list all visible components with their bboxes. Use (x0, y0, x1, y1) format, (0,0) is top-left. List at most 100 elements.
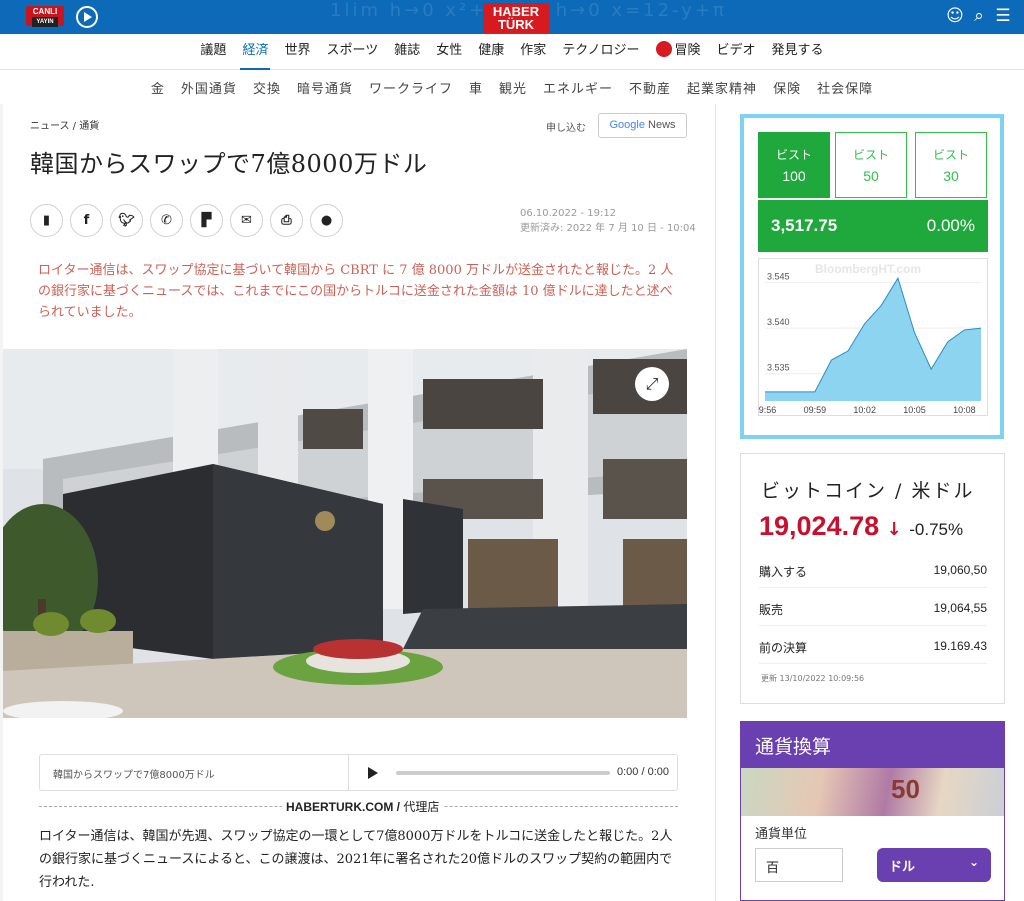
subnav-item-energy[interactable]: エネルギー (543, 78, 613, 97)
google-news-button[interactable]: Google News (598, 113, 687, 138)
publish-date: 06.10.2022 - 19:12 (520, 208, 617, 219)
row-label: 購入する (759, 565, 808, 579)
nav-item-sports[interactable]: スポーツ (324, 34, 380, 70)
user-icon[interactable]: ☺ (946, 6, 964, 26)
audio-progress-bar[interactable] (396, 771, 610, 775)
banknote-label: 50 (891, 774, 920, 804)
converter-title: 通貨換算 (741, 722, 1004, 768)
bist-chart: BloombergHT.com 3.545 3.540 3.535 09:56 09:5… (754, 258, 988, 416)
tab-label: ビスト (775, 148, 812, 162)
live-broadcast-button[interactable]: CANLI YAYIN (26, 6, 64, 27)
agency-line: HABERTURK.COM / 代理店 (39, 798, 678, 815)
chart-xtick-label: 09:56 (759, 405, 776, 415)
subnav-item-insurance[interactable]: 保険 (773, 78, 801, 97)
bookmark-icon[interactable]: ▮ (30, 204, 63, 237)
haberturk-logo[interactable]: HABER TÜRK (483, 3, 549, 33)
menu-icon[interactable]: ☰ (994, 6, 1012, 26)
chart-area (765, 278, 981, 401)
agency-label[interactable]: HABERTURK.COM / 代理店 (282, 798, 444, 815)
down-arrow-icon: ↓ (886, 519, 902, 540)
header-background-math: 1lim h→0 x²+5 lim h→0 x=12-y+π (330, 0, 727, 21)
row-value: 19.169.43 (933, 639, 987, 653)
subnav-item-gold[interactable]: 金 (151, 78, 165, 97)
agency-separator: / (393, 800, 404, 814)
bitcoin-price-line: 19,024.78 ↓ -0.75% (759, 511, 963, 542)
nav-item-health[interactable]: 健康 (476, 34, 506, 70)
breadcrumb[interactable]: ニュース / 通貨 (30, 117, 99, 132)
article-photo[interactable]: ⤢ (3, 349, 687, 718)
bist-value-bar: 3,517.75 0.00% (758, 200, 988, 252)
subnav-item-real-estate[interactable]: 不動産 (629, 78, 671, 97)
live-label: CANLI (32, 7, 58, 16)
google-news-news: News (644, 119, 676, 131)
bitcoin-updated: 更新 13/10/2022 10:09:56 (761, 674, 865, 683)
currency-converter: 通貨換算 50 通貨単位 百 ドル ⌄ (740, 721, 1005, 901)
column-divider (715, 104, 716, 901)
chart-ytick-label: 3.540 (767, 317, 790, 327)
tab-bist-100[interactable]: ビスト 100 (758, 132, 830, 198)
expand-icon[interactable]: ⤢ (635, 367, 669, 401)
row-label: 前の決算 (759, 641, 808, 655)
nav-item-discover[interactable]: 発見する (770, 34, 826, 70)
chart-watermark: BloombergHT.com (815, 262, 922, 276)
nav-item-adventure-label: 冒険 (674, 42, 701, 58)
subnav-item-foreign-currency[interactable]: 外国通貨 (181, 78, 237, 97)
row-value: 19,060,50 (933, 563, 987, 577)
amount-input[interactable]: 百 (755, 848, 843, 882)
sub-nav: 金 外国通貨 交換 暗号通貨 ワークライフ 車 観光 エネルギー 不動産 起業家… (0, 70, 1024, 104)
bist-widget: ビスト 100 ビスト 50 ビスト 30 3,517.75 0.00% Blo… (740, 114, 1004, 439)
play-icon[interactable] (368, 767, 378, 779)
chart-xtick-label: 09:59 (804, 405, 827, 415)
nav-item-magazine[interactable]: 雑誌 (392, 34, 422, 70)
tv-play-icon[interactable] (76, 6, 98, 28)
mail-icon[interactable]: ✉ (230, 204, 263, 237)
nav-item-video[interactable]: ビデオ (715, 34, 758, 70)
central-bank-building-image (3, 349, 687, 718)
bitcoin-change: -0.75% (909, 520, 964, 539)
comment-icon[interactable]: ● (310, 204, 343, 237)
currency-unit-label: 通貨単位 (755, 827, 808, 842)
nav-item-agenda[interactable]: 議題 (198, 34, 228, 70)
print-icon[interactable]: ⎙ (270, 204, 303, 237)
subnav-item-car[interactable]: 車 (469, 78, 483, 97)
tab-label: ビスト (932, 148, 969, 162)
chart-xtick-label: 10:08 (953, 405, 976, 415)
nav-item-women[interactable]: 女性 (434, 34, 464, 70)
audio-player: 韓国からスワップで7億8000万ドル 0:00 / 0:00 (39, 754, 678, 791)
bitcoin-widget: ビットコイン / 米ドル 19,024.78 ↓ -0.75% 購入する 19,… (740, 453, 1005, 704)
live-sub-label: YAYIN (32, 17, 58, 27)
nav-item-technology[interactable]: テクノロジー (560, 34, 641, 70)
nav-item-writers[interactable]: 作家 (518, 34, 548, 70)
article-summary: ロイター通信は、スワップ協定に基づいて韓国から CBRT に 7 億 8000 … (38, 263, 674, 320)
main-nav: 議題 経済 世界 スポーツ 雑誌 女性 健康 作家 テクノロジー 冒険 ビデオ … (0, 34, 1024, 70)
chart-xtick-label: 10:02 (853, 405, 876, 415)
article-dates: 06.10.2022 - 19:12 更新済み: 2022 年 7 月 10 日… (520, 206, 696, 236)
article-body: ロイター通信は、韓国が先週、スワップ協定の一環として7億8000万ドルをトルコに… (39, 829, 673, 890)
tab-bist-50[interactable]: ビスト 50 (835, 132, 907, 198)
google-news-subscribe-label: 申し込む (546, 123, 586, 134)
subnav-item-social-security[interactable]: 社会保障 (817, 78, 873, 97)
facebook-icon[interactable]: f (70, 204, 103, 237)
page-title: 韓国からスワップで7億8000万ドル (30, 150, 428, 178)
nav-item-world[interactable]: 世界 (282, 34, 312, 70)
tab-number: 100 (782, 168, 806, 184)
whatsapp-icon[interactable]: ✆ (150, 204, 183, 237)
subnav-item-crypto[interactable]: 暗号通貨 (297, 78, 353, 97)
currency-select[interactable]: ドル ⌄ (877, 848, 991, 882)
top-bar: 1lim h→0 x²+5 lim h→0 x=12-y+π CANLI YAY… (0, 0, 1024, 34)
subnav-item-tourism[interactable]: 観光 (499, 78, 527, 97)
agency-name: HABERTURK.COM (286, 800, 394, 814)
tab-bist-30[interactable]: ビスト 30 (915, 132, 987, 198)
subnav-item-entrepreneurship[interactable]: 起業家精神 (687, 78, 757, 97)
logo-line2: TÜRK (497, 17, 535, 32)
search-icon[interactable]: ⌕ (970, 6, 988, 26)
updated-date: 更新済み: 2022 年 7 月 10 日 - 10:04 (520, 223, 696, 234)
subnav-item-exchange[interactable]: 交換 (253, 78, 281, 97)
nav-item-adventure[interactable]: 冒険 (654, 34, 703, 70)
subnav-item-work-life[interactable]: ワークライフ (369, 78, 453, 97)
row-label: 販売 (759, 603, 784, 617)
twitter-icon[interactable]: 🐦︎ (110, 204, 143, 237)
flipboard-icon[interactable]: ▛ (190, 204, 223, 237)
nav-item-economy[interactable]: 経済 (240, 34, 271, 70)
chevron-down-icon: ⌄ (968, 855, 979, 869)
